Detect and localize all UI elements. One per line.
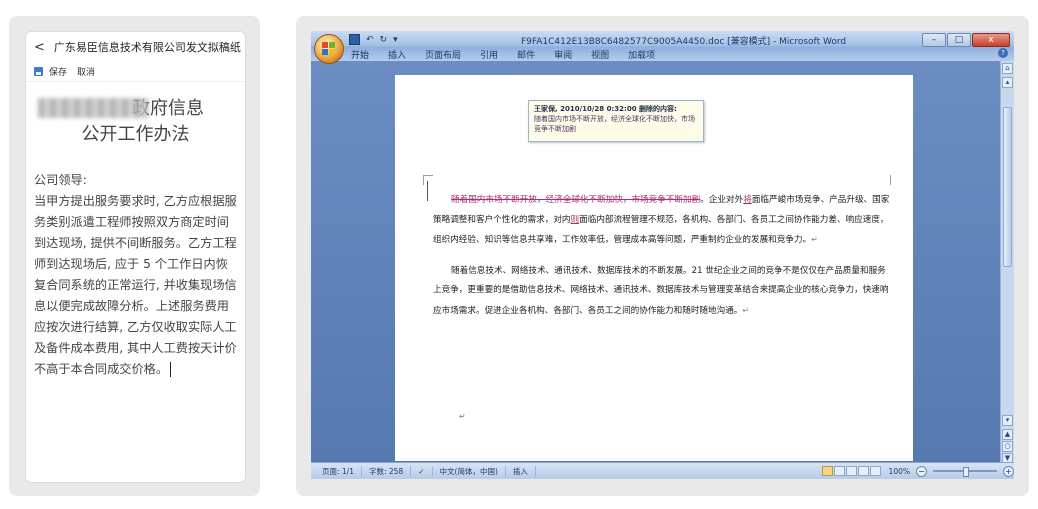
crop-mark [423,175,433,185]
full-screen-reading-icon[interactable] [833,466,845,476]
scroll-down-icon[interactable]: ▾ [1002,415,1013,426]
zoom-out-icon[interactable]: − [916,465,927,477]
paragraph-mark-icon: ↵ [742,305,750,315]
tab-references[interactable]: 引用 [480,48,498,61]
document-page[interactable]: 王家保, 2010/10/28 0:32:00 删除的内容: 随着国内市场不断开… [395,75,913,461]
save-button[interactable]: 保存 [49,65,67,78]
window-title: F9FA1C412E13B8C6482577C9005A4450.doc [兼容… [521,37,847,47]
web-layout-icon[interactable] [845,466,857,476]
redo-icon[interactable]: ↻ [380,35,388,45]
tab-page-layout[interactable]: 页面布局 [425,48,461,61]
tab-addins[interactable]: 加载项 [628,48,655,61]
qat-dropdown-icon[interactable]: ▾ [393,35,398,45]
empty-paragraph-mark-icon: ↵ [459,412,466,421]
tab-mailings[interactable]: 邮件 [517,48,535,61]
document-body-text: 公司领导: 当甲方提出服务要求时, 乙方应根据服务类别派遣工程师按照双方商定时间… [34,173,237,376]
scrollbar-thumb[interactable] [1003,107,1012,267]
tab-view[interactable]: 视图 [591,48,609,61]
balloon-text: 随着国内市场不断开放，经济全球化不断加快，市场竞争不断加剧 [534,115,695,133]
ruler-toggle-icon[interactable]: ⌂ [1002,63,1013,74]
browse-object-icon[interactable]: ○ [1002,441,1013,452]
prev-page-icon[interactable]: ▲ [1002,429,1013,440]
proofing-icon[interactable]: ✓ [411,466,433,476]
cancel-button[interactable]: 取消 [77,65,95,78]
mobile-header-title: 广东易臣信息技术有限公司发文拟稿纸 [53,41,241,54]
qat-save-icon[interactable] [349,34,360,45]
redacted-title-blur [38,98,148,118]
zoom-in-icon[interactable]: + [1003,465,1014,477]
mobile-toolbar: 保存 取消 [26,62,245,82]
word-count[interactable]: 字数: 258 [362,465,412,477]
scroll-up-icon[interactable]: ▴ [1002,77,1013,88]
status-bar: 页面: 1/1 字数: 258 ✓ 中文(简体，中国) 插入 100% − + [311,462,1014,479]
close-button[interactable]: x [972,33,1010,47]
save-icon[interactable] [34,67,43,76]
mobile-panel-frame: < 广东易臣信息技术有限公司发文拟稿纸 保存 取消 政府信息 公开工作办法 公司… [9,16,260,496]
minimize-button[interactable]: – [922,33,946,47]
vertical-scrollbar[interactable]: ⌂ ▴ ▾ ▲ ○ ▼ [1000,61,1014,464]
view-buttons [821,466,881,476]
insert-mode[interactable]: 插入 [506,465,536,477]
undo-icon[interactable]: ↶ [366,35,374,45]
crop-mark [881,175,891,185]
office-button[interactable] [314,34,344,64]
back-chevron-icon[interactable]: < [34,40,45,55]
quick-access-toolbar: ↶ ↻ ▾ [349,34,398,45]
word-window: ↶ ↻ ▾ F9FA1C412E13B8C6482577C9005A4450.d… [311,31,1014,479]
page-count[interactable]: 页面: 1/1 [315,465,362,477]
maximize-button[interactable]: □ [947,33,971,47]
inserted-text-1: 将 [743,195,752,205]
tab-review[interactable]: 审阅 [554,48,572,61]
office-logo-icon [322,42,336,56]
draft-view-icon[interactable] [869,466,881,476]
tab-insert[interactable]: 插入 [388,48,406,61]
paragraph-mark-icon: ↵ [811,235,818,244]
document-text[interactable]: 随着国内市场不断开放，经济全球化不断加快，市场竞争不断加剧。企业对外将面临严峻市… [433,191,893,332]
deleted-text: 随着国内市场不断开放，经济全球化不断加快，市场竞争不断加剧 [451,195,701,205]
revision-bar [427,181,428,201]
print-layout-view-icon[interactable] [821,466,833,476]
para2-text: 随着信息技术、网络技术、通讯技术、数据库技术的不断发展。21 世纪企业之间的竞争… [433,265,889,316]
window-controls: – □ x [922,33,1010,47]
paragraph-2: 随着信息技术、网络技术、通讯技术、数据库技术的不断发展。21 世纪企业之间的竞争… [433,262,893,322]
word-panel-frame: ↶ ↻ ▾ F9FA1C412E13B8C6482577C9005A4450.d… [296,16,1029,496]
outline-view-icon[interactable] [857,466,869,476]
balloon-header: 王家保, 2010/10/28 0:32:00 删除的内容: [534,105,677,113]
document-body-editor[interactable]: 公司领导: 当甲方提出服务要求时, 乙方应根据服务类别派遣工程师按照双方商定时间… [26,170,245,380]
para1-text-a: 。企业对外 [700,195,744,205]
text-cursor [170,362,172,377]
zoom-slider[interactable] [933,467,997,477]
inserted-text-2: 则 [570,214,580,225]
document-title-line2: 公开工作办法 [81,124,190,145]
language-indicator[interactable]: 中文(简体，中国) [433,465,506,477]
document-title: 政府信息 公开工作办法 [26,96,245,148]
ribbon-tabs: 开始 插入 页面布局 引用 邮件 审阅 视图 加载项 [351,48,655,61]
zoom-level[interactable]: 100% [889,467,910,476]
deletion-balloon[interactable]: 王家保, 2010/10/28 0:32:00 删除的内容: 随着国内市场不断开… [528,100,704,142]
mobile-header: < 广东易臣信息技术有限公司发文拟稿纸 [26,32,245,62]
word-titlebar: ↶ ↻ ▾ F9FA1C412E13B8C6482577C9005A4450.d… [311,31,1014,64]
paragraph-1: 随着国内市场不断开放，经济全球化不断加快，市场竞争不断加剧。企业对外将面临严峻市… [433,191,893,251]
mobile-document-view: < 广东易臣信息技术有限公司发文拟稿纸 保存 取消 政府信息 公开工作办法 公司… [25,31,246,483]
help-icon[interactable]: ? [998,48,1008,58]
tab-home[interactable]: 开始 [351,48,369,61]
